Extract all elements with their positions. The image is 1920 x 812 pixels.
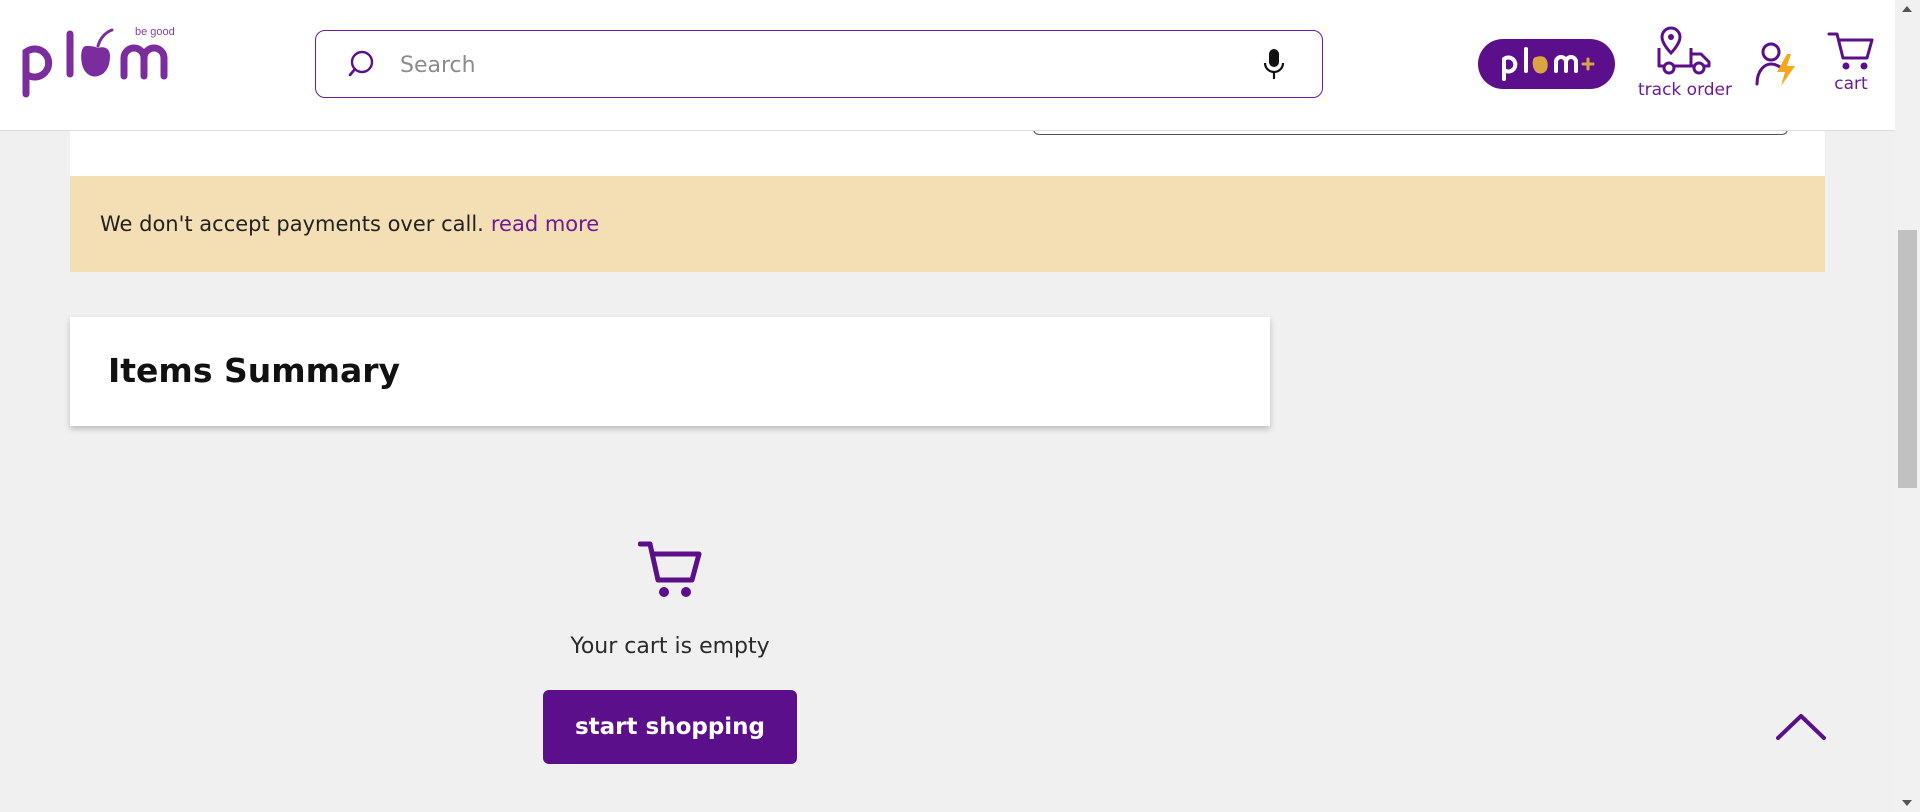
plum-logo[interactable]: be good: [20, 24, 195, 100]
logo-tagline: be good: [135, 26, 175, 38]
track-order-label: track order: [1638, 80, 1732, 100]
microphone-icon[interactable]: [1262, 47, 1286, 83]
chevron-up-icon: [1776, 714, 1826, 740]
plum-plus-logo: [1502, 47, 1595, 81]
cart-icon: [1827, 32, 1874, 70]
track-order-link[interactable]: track order: [1635, 26, 1735, 106]
scroll-up-arrow[interactable]: [1902, 6, 1912, 12]
empty-cart-icon: [637, 540, 702, 602]
items-summary-title: Items Summary: [108, 351, 401, 390]
back-to-top-button[interactable]: [1776, 710, 1826, 742]
search-bar[interactable]: [315, 30, 1323, 98]
plum-plus-button[interactable]: [1478, 39, 1615, 89]
page-scrollbar[interactable]: [1895, 0, 1920, 812]
start-shopping-button[interactable]: start shopping: [543, 690, 797, 764]
scrollbar-thumb[interactable]: [1898, 230, 1917, 488]
site-header: be good Search track order cart: [0, 0, 1895, 131]
payment-notice-text: We don't accept payments over call.: [100, 212, 484, 236]
read-more-link[interactable]: read more: [491, 212, 599, 236]
account-icon[interactable]: [1755, 40, 1799, 90]
scroll-down-arrow[interactable]: [1902, 800, 1912, 806]
items-summary-card: Items Summary: [70, 317, 1270, 426]
cart-link[interactable]: cart: [1823, 30, 1879, 100]
address-section: [70, 130, 1825, 176]
payment-notice-banner: We don't accept payments over call. read…: [70, 176, 1825, 272]
cart-label: cart: [1834, 74, 1868, 94]
empty-cart-message: Your cart is empty: [570, 634, 770, 659]
search-input[interactable]: [398, 45, 1222, 85]
search-icon[interactable]: [348, 49, 380, 81]
delivery-truck-icon: [1657, 26, 1711, 75]
